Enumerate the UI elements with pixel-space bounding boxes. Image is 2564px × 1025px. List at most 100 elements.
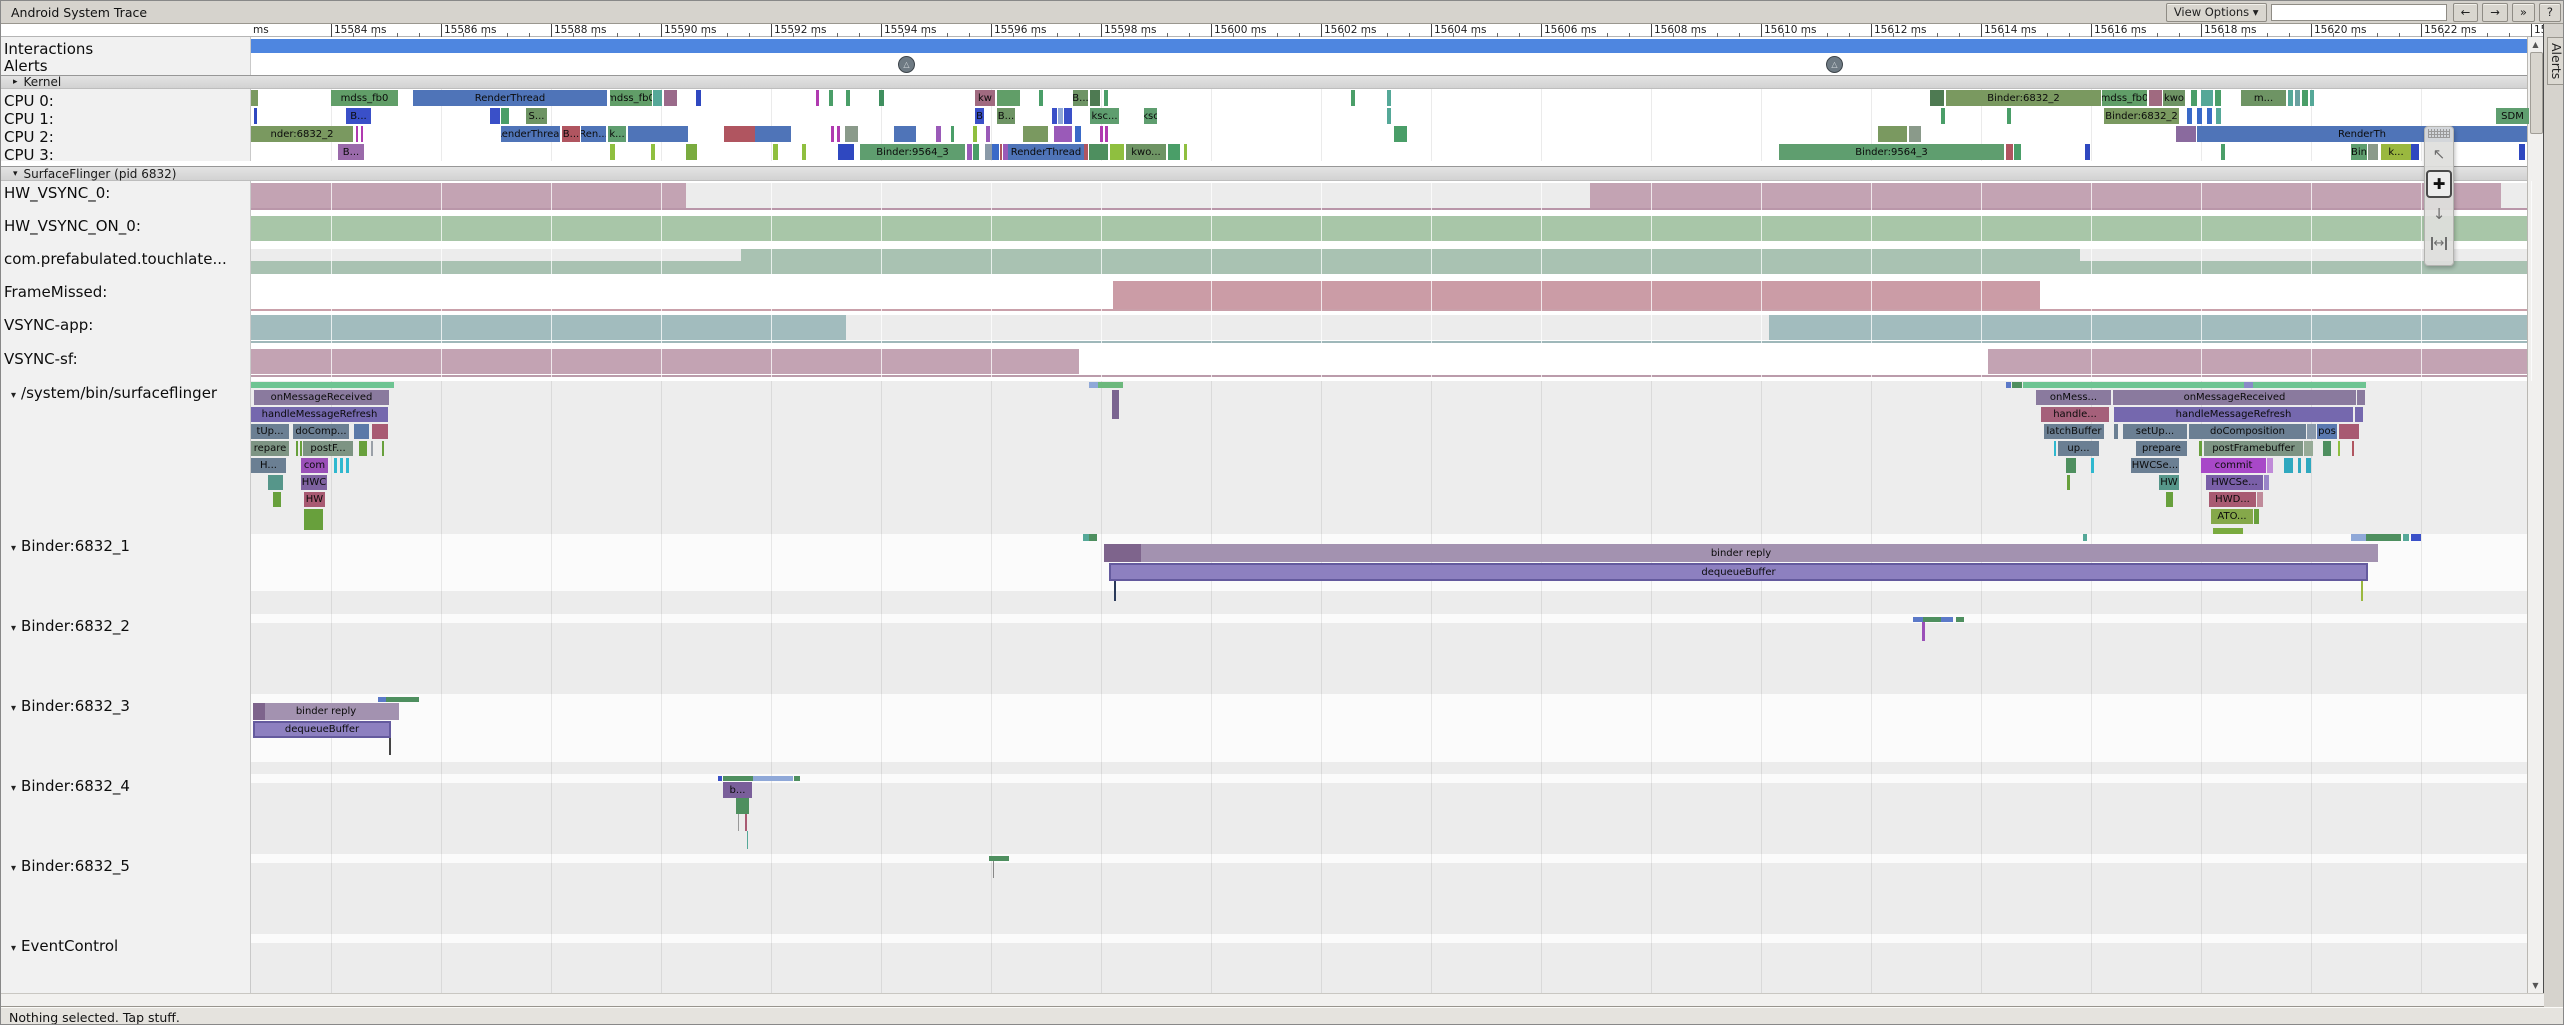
trace-slice[interactable] [747,831,748,849]
scroll-down-button[interactable]: ▼ [2529,979,2542,992]
row-track-hw-vsync-0[interactable] [251,181,2544,214]
trace-slice[interactable] [1105,126,1108,142]
trace-slice[interactable] [2207,108,2212,124]
trace-slice-renderthread[interactable]: RenderThread [501,126,560,142]
trace-slice[interactable] [1054,126,1072,142]
trace-slice-kwo-[interactable]: kwo... [1126,144,1166,160]
trace-slice[interactable] [1089,144,1108,160]
trace-slice-renderth[interactable]: RenderTh [2197,126,2527,142]
trace-slice[interactable] [992,144,999,160]
trace-slice[interactable] [936,126,941,142]
trace-slice[interactable] [2197,108,2202,124]
trace-slice-prepare[interactable]: prepare [2136,441,2187,456]
trace-slice-kwo[interactable]: kwo [2163,90,2185,106]
trace-slice[interactable] [1941,617,1953,622]
pointer-tool-icon[interactable]: ↖ [2427,141,2451,167]
trace-slice-onmessagereceived[interactable]: onMessageReceived [2113,390,2356,405]
row-track-cpu0[interactable]: mdss_fb0RenderThreadmdss_fb0kwB...Binder… [251,89,2544,107]
trace-slice[interactable] [354,424,369,439]
trace-slice[interactable] [346,458,349,473]
row-track-cpu2[interactable]: nder:6832_2RenderThreadB...Ren...k...Ren… [251,125,2544,143]
trace-slice-hwcse-[interactable]: HWCSe... [2131,458,2179,473]
trace-slice[interactable] [696,90,701,106]
trace-slice-nder-6832-2[interactable]: nder:6832_2 [251,126,353,142]
trace-slice[interactable] [745,814,747,831]
trace-slice[interactable] [2176,126,2196,142]
trace-slice-binder-reply[interactable]: binder reply [1104,544,2378,562]
collapse-arrow-icon[interactable]: ▾ [11,390,16,401]
trace-slice-m-[interactable]: m... [2241,90,2286,106]
trace-slice[interactable] [1023,126,1048,142]
trace-slice[interactable] [1941,108,1945,124]
trace-slice[interactable] [985,144,992,160]
trace-slice[interactable] [2221,144,2225,160]
trace-slice[interactable] [2085,144,2090,160]
trace-slice[interactable] [1909,126,1921,142]
row-track-interactions[interactable] [251,37,2544,54]
trace-slice[interactable] [973,144,979,160]
trace-slice[interactable] [738,814,739,831]
trace-slice-dequeuebuffer[interactable]: dequeueBuffer [1109,563,2368,581]
help-button[interactable]: ? [2539,3,2561,22]
nav-skip-button[interactable]: » [2512,3,2535,22]
trace-slice-tup-[interactable]: tUp... [251,424,289,439]
trace-slice[interactable] [501,108,509,124]
trace-slice[interactable] [2216,108,2221,124]
trace-slice[interactable] [2007,108,2011,124]
trace-slice[interactable] [2187,108,2192,124]
trace-slice-binder-9564-3[interactable]: Binder:9564_3 [1779,144,2004,160]
nav-back-button[interactable]: ← [2453,3,2479,22]
trace-slice[interactable] [718,776,722,781]
trace-slice[interactable] [2351,534,2366,541]
row-label-eventcontrol[interactable]: ▾EventControl [1,934,251,993]
trace-slice-mdss-fb0[interactable]: mdss_fb0 [2102,90,2147,106]
trace-slice[interactable] [253,703,265,720]
collapse-arrow-icon[interactable]: ▸ [13,77,18,87]
trace-slice-s-[interactable]: S... [526,108,547,124]
trace-slice[interactable] [371,441,373,456]
trace-slice[interactable] [2323,441,2331,456]
trace-slice[interactable] [1923,617,1941,622]
trace-slice[interactable] [1351,90,1355,106]
row-track-eventcontrol[interactable] [251,934,2544,993]
section-header[interactable]: ▸Kernel [1,75,2544,89]
collapse-arrow-icon[interactable]: ▾ [11,543,16,554]
trace-slice[interactable] [1100,126,1103,142]
trace-slice[interactable] [838,144,854,160]
row-track-binder-6832-2[interactable] [251,614,2544,694]
trace-slice[interactable] [1000,144,1002,160]
row-track-touchlatency-counter[interactable] [251,247,2544,280]
trace-slice[interactable] [1104,544,1141,562]
trace-slice[interactable] [1058,108,1063,124]
nav-forward-button[interactable]: → [2482,3,2508,22]
trace-slice-docomposition[interactable]: doComposition [2189,424,2306,439]
trace-slice-repare[interactable]: repare [251,441,289,456]
trace-slice[interactable] [1084,144,1088,160]
trace-slice[interactable] [845,126,858,142]
trace-slice[interactable] [2191,90,2197,106]
trace-slice[interactable] [1184,144,1187,160]
trace-slice[interactable] [251,90,258,106]
trace-slice-pos[interactable]: pos [2317,424,2337,439]
trace-slice[interactable] [340,458,343,473]
alerts-side-tab[interactable]: Alerts [2547,37,2564,85]
trace-slice[interactable] [361,126,363,142]
trace-slice-handlemessagerefresh[interactable]: handleMessageRefresh [2114,407,2353,422]
trace-slice-handle-[interactable]: handle... [2041,407,2109,422]
row-track-surfaceflinger-thread[interactable]: onMessageReceivedonMess...onMessageRecei… [251,381,2544,534]
trace-slice[interactable] [997,90,1020,106]
trace-slice-hwc[interactable]: HWC [301,475,327,490]
trace-slice-hw[interactable]: HW [304,492,325,507]
trace-slice[interactable] [1387,90,1391,106]
trace-slice[interactable] [386,697,419,702]
trace-slice[interactable] [1878,126,1907,142]
trace-slice-onmessagereceived[interactable]: onMessageReceived [254,390,389,405]
view-options-button[interactable]: View Options ▾ [2166,3,2267,22]
trace-slice-ksc[interactable]: ksc [1144,108,1157,124]
trace-slice-b-[interactable]: B... [338,144,364,160]
trace-slice[interactable] [251,39,2527,53]
collapse-arrow-icon[interactable]: ▾ [11,623,16,634]
trace-slice-k-[interactable]: k... [2381,144,2411,160]
trace-slice[interactable] [989,856,1009,861]
row-label-binder-6832-2[interactable]: ▾Binder:6832_2 [1,614,251,694]
